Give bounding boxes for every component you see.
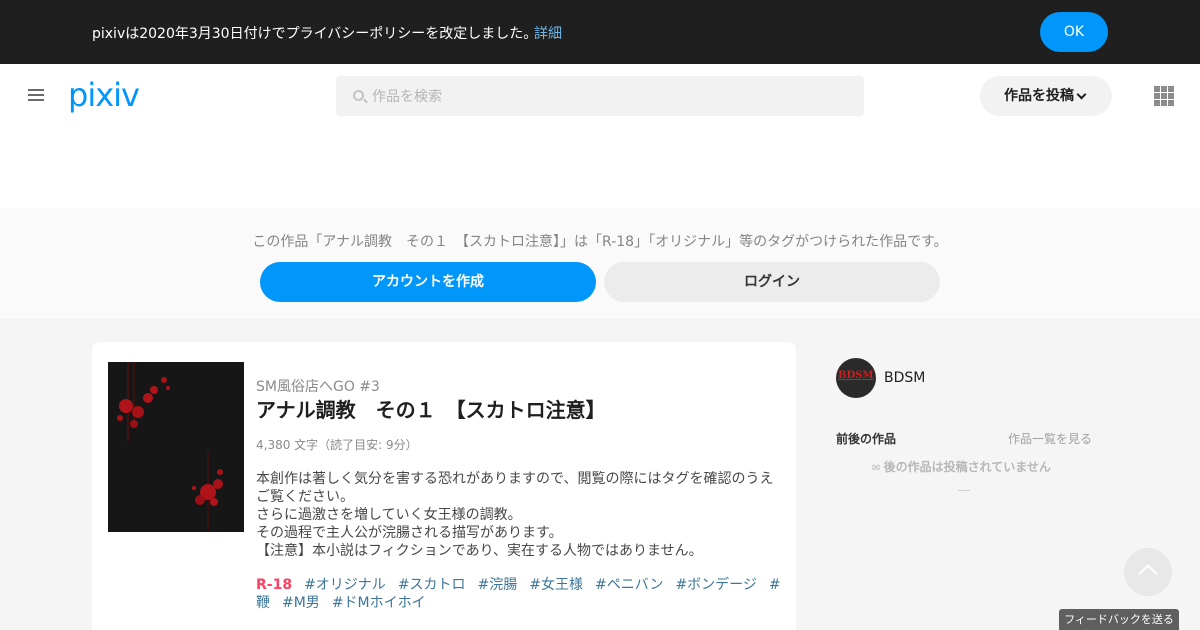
notice-text: pixivは2020年3月30日付けでプライバシーポリシーを改定しました。: [92, 26, 538, 42]
post-work-label: 作品を投稿: [1004, 88, 1074, 104]
novel-description: 本創作は著しく気分を害する恐れがありますので、閲覧の際にはタグを確認のうえご覧く…: [256, 470, 786, 560]
novel-meta: 4,380 文字（読了目安: 9分）: [256, 438, 418, 452]
tag-link[interactable]: #スカトロ: [398, 577, 466, 593]
tag-link[interactable]: #M男: [282, 595, 320, 611]
search-input[interactable]: [372, 76, 852, 116]
hamburger-menu-icon[interactable]: [28, 89, 44, 103]
search-box[interactable]: [336, 76, 864, 116]
tag-link[interactable]: #オリジナル: [304, 577, 386, 593]
series-link[interactable]: SM風俗店へGO #3: [256, 376, 380, 396]
create-account-button[interactable]: アカウントを作成: [260, 262, 596, 302]
notice-details-link[interactable]: 詳細: [534, 23, 562, 43]
adjacent-works-label: 前後の作品: [836, 432, 897, 446]
post-work-button[interactable]: 作品を投稿: [980, 76, 1112, 116]
author-name[interactable]: BDSM: [884, 370, 925, 386]
rating-tag[interactable]: R-18: [256, 577, 292, 593]
apps-grid-icon[interactable]: [1154, 86, 1174, 106]
description-line: 【注意】本小説はフィクションであり、実在する人物ではありません。: [256, 543, 703, 559]
tag-link[interactable]: #女王様: [529, 577, 583, 593]
author-avatar[interactable]: BDSM: [836, 358, 876, 398]
tag-link[interactable]: #浣腸: [478, 577, 518, 593]
avatar-logo-text: BDSM: [838, 370, 874, 381]
divider: [958, 490, 970, 491]
tag-link[interactable]: #ドMホイホイ: [332, 595, 426, 611]
search-icon: [353, 90, 364, 101]
novel-card: SM風俗店へGO #3 アナル調教 その１ 【スカトロ注意】 4,380 文字（…: [92, 342, 796, 630]
tag-link[interactable]: #ペニバン: [595, 577, 663, 593]
tag-list: R-18 #オリジナル #スカトロ #浣腸 #女王様 #ペニバン #ボンデージ #鞭 #M男 #ド…: [256, 576, 786, 612]
scroll-to-top-button[interactable]: [1124, 548, 1172, 596]
feedback-button[interactable]: フィードバックを送る: [1059, 609, 1179, 630]
description-line: その過程で主人公が浣腸される描写があります。: [256, 525, 563, 541]
tag-link[interactable]: #ボンデージ: [675, 577, 756, 593]
novel-cover-image[interactable]: [108, 362, 244, 532]
login-button[interactable]: ログイン: [604, 262, 940, 302]
no-next-work-text: 後の作品は投稿されていません: [872, 458, 1051, 475]
pixiv-logo[interactable]: pixiv: [68, 76, 140, 114]
description-line: 本創作は著しく気分を害する恐れがありますので、閲覧の際にはタグを確認のうえご覧く…: [256, 471, 774, 505]
login-prompt-bar: この作品「アナル調教 その１ 【スカトロ注意】」は「R-18」「オリジナル」等の…: [0, 208, 1200, 318]
chevron-down-icon: [1076, 89, 1087, 100]
tag-notice-text: この作品「アナル調教 その１ 【スカトロ注意】」は「R-18」「オリジナル」等の…: [252, 234, 948, 250]
privacy-notice-bar: pixivは2020年3月30日付けでプライバシーポリシーを改定しました。 詳細…: [0, 0, 1200, 64]
novel-title: アナル調教 その１ 【スカトロ注意】: [256, 398, 606, 422]
description-line: さらに過激さを増していく女王様の調教。: [256, 507, 522, 523]
work-list-link[interactable]: 作品一覧を見る: [1008, 430, 1092, 447]
notice-ok-button[interactable]: OK: [1040, 12, 1108, 52]
